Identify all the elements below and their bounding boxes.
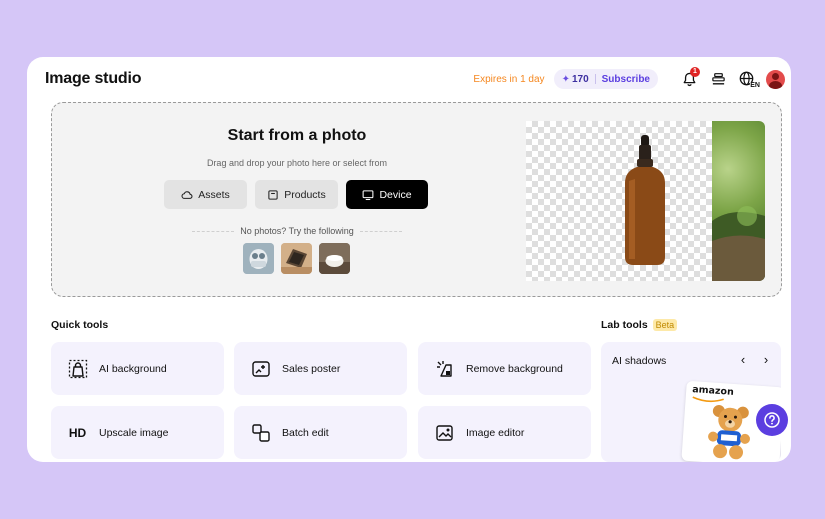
monitor-icon <box>363 189 374 200</box>
user-avatar[interactable] <box>766 69 785 89</box>
tool-remove-background[interactable]: Remove background <box>418 342 591 395</box>
sample-photo-laptop[interactable] <box>281 243 312 274</box>
tool-label: Remove background <box>466 362 563 375</box>
sample-photos-divider: No photos? Try the following <box>192 226 403 236</box>
carousel-prev-icon[interactable]: ‹ <box>736 352 750 367</box>
credits-count: 170 <box>571 73 589 85</box>
help-button[interactable] <box>756 404 788 436</box>
lab-tools-title: Lab tools <box>601 319 648 331</box>
sample-photos-hint: No photos? Try the following <box>240 226 354 236</box>
lab-tools-heading: Lab tools Beta <box>601 319 678 331</box>
app-title: Image studio <box>45 70 142 87</box>
tool-label: Batch edit <box>282 426 329 439</box>
ai-background-icon <box>67 358 88 379</box>
assets-button-label: Assets <box>198 188 230 201</box>
upload-subtitle: Drag and drop your photo here or select … <box>206 158 388 168</box>
expires-text: Expires in 1 day <box>473 73 545 85</box>
products-button-label: Products <box>284 188 326 201</box>
tool-ai-background[interactable]: AI background <box>51 342 224 395</box>
device-button[interactable]: Device <box>346 180 428 209</box>
divider-line-right <box>359 230 403 232</box>
quick-tools-heading: Quick tools <box>51 319 109 331</box>
credits-divider <box>594 74 596 84</box>
tool-upscale-image[interactable]: HD Upscale image <box>51 406 224 459</box>
sparkle-icon: ✦ <box>561 73 570 85</box>
teddy-bear-image <box>708 404 750 460</box>
avatar-body-shape <box>769 80 782 89</box>
remove-background-icon <box>434 358 455 379</box>
tool-label: AI background <box>99 362 167 375</box>
products-button[interactable]: Products <box>255 180 338 209</box>
stack-menu-icon[interactable] <box>708 69 728 89</box>
transparent-preview <box>526 121 712 281</box>
sample-photo-speaker[interactable] <box>319 243 350 274</box>
avatar-head-shape <box>772 72 779 80</box>
lab-tool-carousel[interactable]: AI shadows ‹ › amazon <box>601 342 781 462</box>
notification-bell-icon[interactable]: 1 <box>679 67 700 89</box>
cloud-icon <box>181 190 193 199</box>
tool-label: Upscale image <box>99 426 169 439</box>
tool-label: Image editor <box>466 426 525 439</box>
tool-batch-edit[interactable]: Batch edit <box>234 406 407 459</box>
credits-pill[interactable]: ✦ 170 Subscribe <box>553 69 658 89</box>
subscribe-link[interactable]: Subscribe <box>602 74 650 85</box>
moss-scene-image <box>712 206 765 281</box>
tool-image-editor[interactable]: Image editor <box>418 406 591 459</box>
app-window: Image studio Expires in 1 day ✦ 170 Subs… <box>27 57 791 462</box>
sample-photo-earbuds[interactable] <box>243 243 274 274</box>
serum-bottle-image <box>625 135 665 265</box>
upload-title: Start from a photo <box>227 127 367 144</box>
lab-tool-name: AI shadows <box>612 355 667 367</box>
language-globe-icon[interactable]: EN <box>737 69 760 89</box>
assets-button[interactable]: Assets <box>164 180 247 209</box>
divider-line-left <box>192 230 235 232</box>
language-code: EN <box>750 82 760 89</box>
batch-edit-icon <box>250 422 271 443</box>
beta-badge: Beta <box>652 319 678 331</box>
tool-label: Sales poster <box>282 362 341 375</box>
image-editor-icon <box>434 422 455 443</box>
carousel-next-icon[interactable]: › <box>759 352 773 367</box>
question-mark-icon <box>764 412 780 428</box>
hd-icon: HD <box>68 425 87 440</box>
sales-poster-icon <box>250 358 271 379</box>
tool-sales-poster[interactable]: Sales poster <box>234 342 407 395</box>
background-preview <box>712 121 765 281</box>
notification-count-badge: 1 <box>690 67 700 77</box>
device-button-label: Device <box>379 188 412 201</box>
photo-drop-zone[interactable]: Start from a photo Drag and drop your ph… <box>51 102 782 297</box>
product-box-icon <box>268 189 278 200</box>
topbar-actions: Expires in 1 day ✦ 170 Subscribe 1 EN <box>473 67 785 91</box>
